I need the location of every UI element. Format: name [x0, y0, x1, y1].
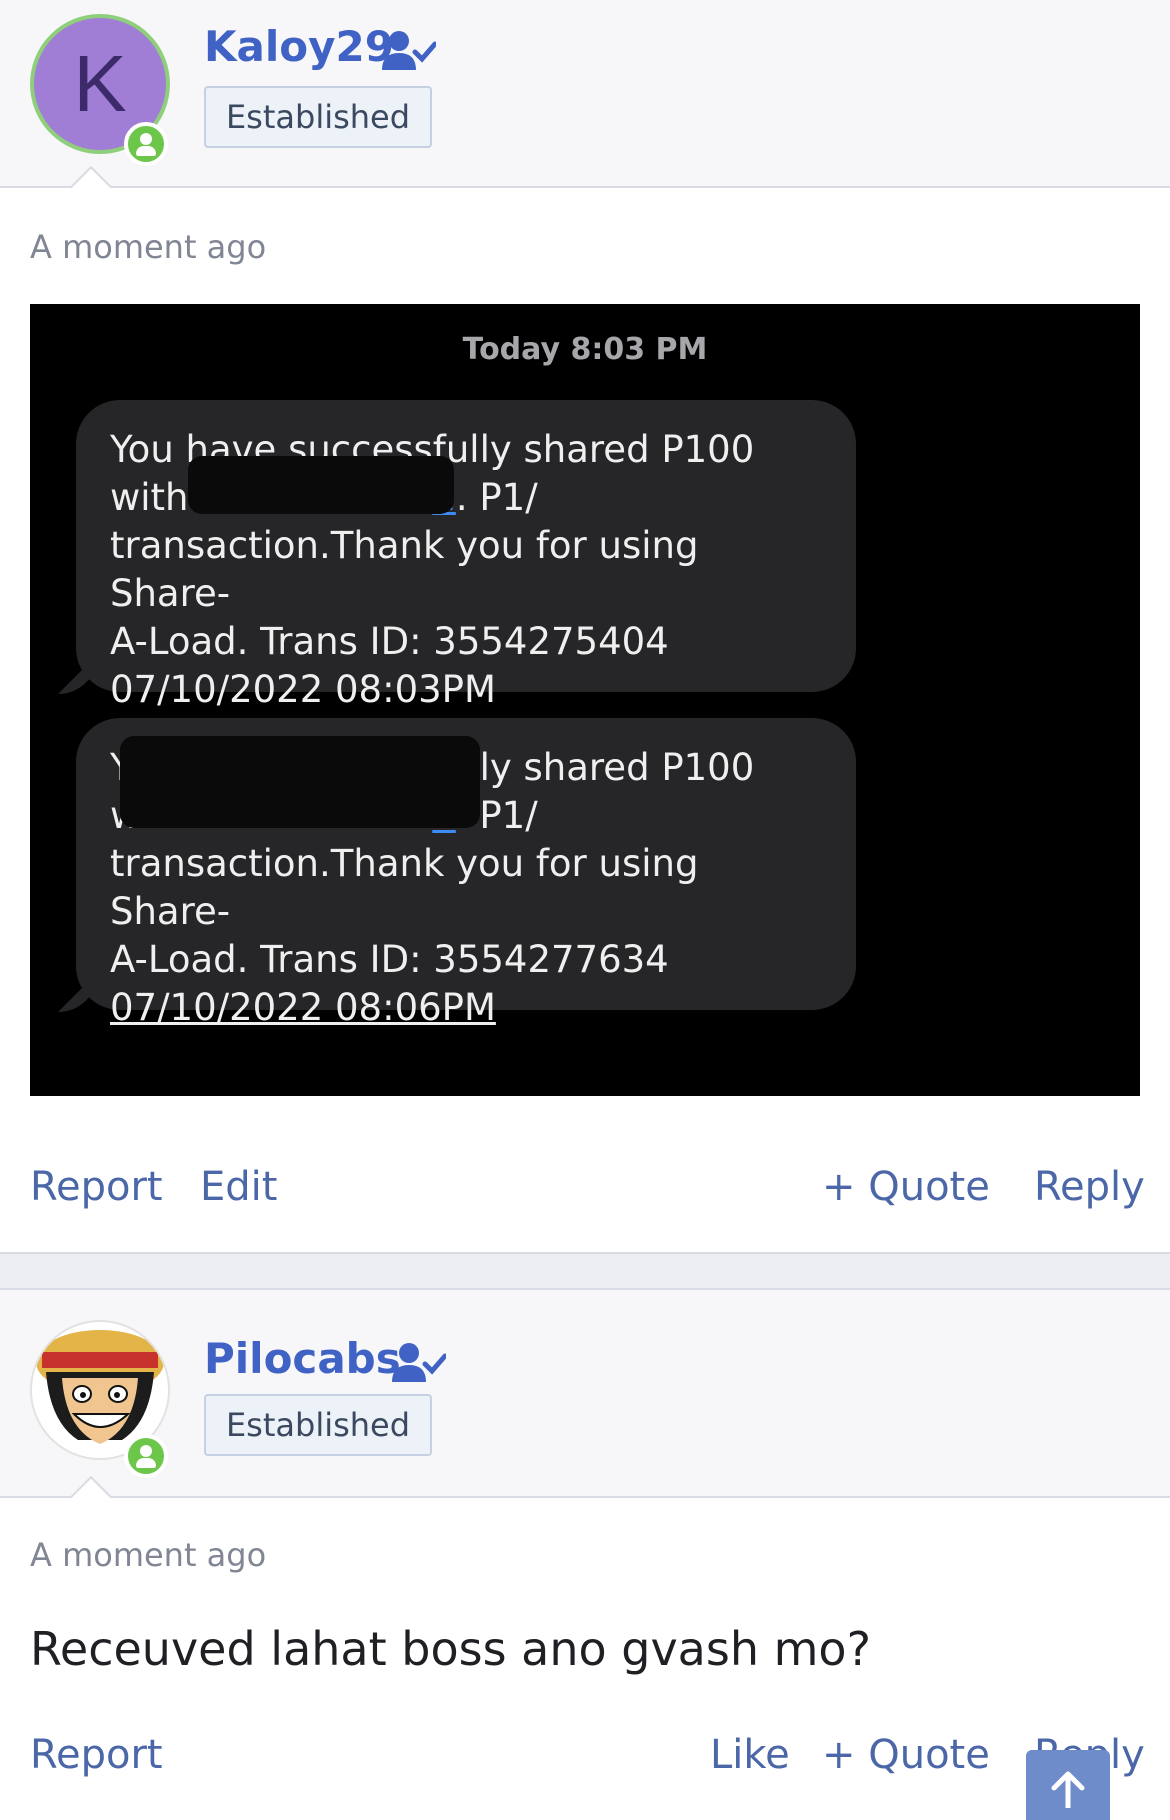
- post-kaloy29: K Kaloy29 Established A moment ago Today…: [0, 0, 1170, 1252]
- report-button[interactable]: Report: [30, 1164, 163, 1210]
- post-timestamp[interactable]: A moment ago: [30, 228, 266, 266]
- post-timestamp[interactable]: A moment ago: [30, 1536, 266, 1574]
- username[interactable]: Kaloy29: [204, 22, 394, 71]
- online-status-icon: [124, 1434, 168, 1478]
- sms-message-bubble: You have successfully shared P100 with 1…: [58, 400, 856, 711]
- edit-button[interactable]: Edit: [200, 1164, 277, 1210]
- avatar-letter: K: [73, 39, 127, 128]
- sms-line: transaction.Thank you for using Share-: [110, 842, 699, 933]
- arrow-up-icon: [1051, 1771, 1085, 1811]
- sms-screenshot-attachment[interactable]: Today 8:03 PM You have successfully shar…: [30, 304, 1140, 1096]
- sms-line[interactable]: 07/10/2022 08:06PM: [110, 984, 822, 1032]
- bubble-tail: [58, 972, 98, 1012]
- post-body-text: Receuved lahat boss ano gvash mo?: [30, 1622, 871, 1676]
- header-notch: [69, 1475, 113, 1519]
- redaction-mark: [188, 456, 454, 514]
- quote-button[interactable]: + Quote: [822, 1164, 990, 1210]
- sms-text: with: [110, 476, 201, 519]
- user-check-icon: [392, 1343, 446, 1382]
- sms-line: A-Load. Trans ID: 3554277634: [110, 938, 669, 981]
- header-notch: [69, 165, 113, 209]
- sms-line: transaction.Thank you for using Share-: [110, 524, 699, 615]
- sms-time-header: Today 8:03 PM: [462, 332, 708, 367]
- online-status-icon: [124, 122, 168, 166]
- scroll-to-top-button[interactable]: [1026, 1750, 1110, 1820]
- sms-text: . P1/: [455, 476, 538, 519]
- post-actions: Report Edit + Quote Reply: [30, 1164, 1145, 1218]
- post-actions: Report Like + Quote Reply: [30, 1732, 1145, 1786]
- sms-line: 07/10/2022 08:03PM: [110, 668, 496, 711]
- username[interactable]: Pilocabs: [204, 1334, 401, 1383]
- quote-button[interactable]: + Quote: [822, 1732, 990, 1778]
- like-button[interactable]: Like: [710, 1732, 790, 1778]
- sms-message-bubble: You have successfully shared P100 with 1…: [58, 718, 856, 1029]
- sms-line: A-Load. Trans ID: 3554275404: [110, 620, 669, 663]
- bubble-tail: [58, 654, 98, 694]
- post-header: K Kaloy29 Established: [0, 0, 1170, 209]
- user-title-badge: Established: [204, 86, 432, 148]
- post-divider: [0, 1252, 1170, 1290]
- user-title-badge: Established: [204, 1394, 432, 1456]
- reply-button[interactable]: Reply: [1034, 1164, 1145, 1210]
- report-button[interactable]: Report: [30, 1732, 163, 1778]
- post-pilocabs: Pilocabs Established A moment ago Receuv…: [0, 1290, 1170, 1808]
- user-check-icon: [382, 31, 436, 70]
- post-header: Pilocabs Established: [0, 1290, 1170, 1519]
- redaction-mark: [120, 736, 480, 828]
